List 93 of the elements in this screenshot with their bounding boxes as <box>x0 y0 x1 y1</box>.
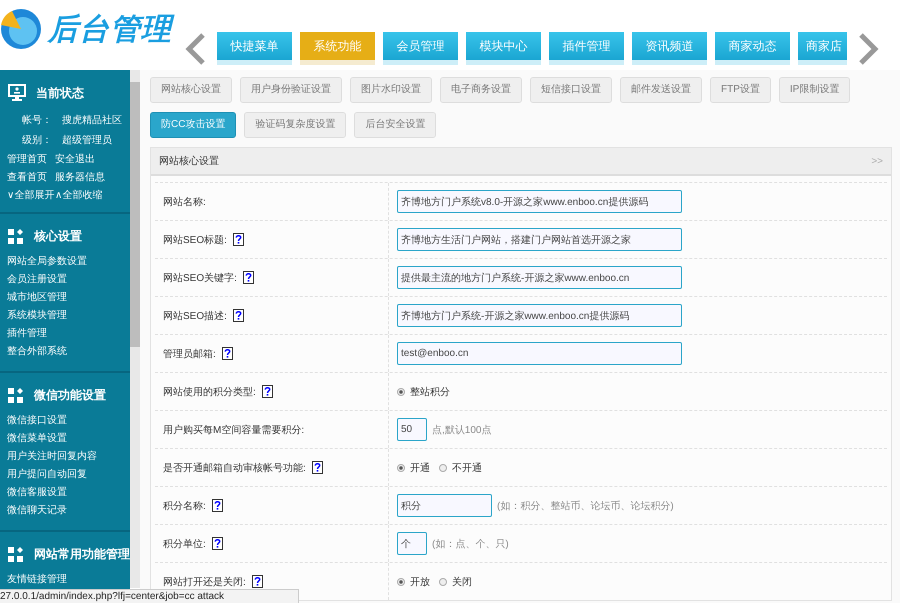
field-label: 用户购买每M空间容量需要积分: <box>163 424 304 436</box>
input-field[interactable]: 个 <box>397 532 427 555</box>
settings-tab[interactable]: 短信接口设置 <box>530 77 612 103</box>
field-label: 管理员邮箱: <box>163 348 216 360</box>
field-label: 网站使用的积分类型: <box>163 386 256 398</box>
help-icon[interactable] <box>212 499 223 512</box>
grid-icon <box>8 388 24 404</box>
help-icon[interactable] <box>232 309 244 322</box>
panel-title: 网站核心设置 <box>159 154 219 168</box>
status-url: 27.0.0.1/admin/index.php?lfj=center&job=cc attack <box>0 589 299 603</box>
expand-all-link[interactable]: ∨全部展开 <box>7 188 55 202</box>
sidebar-link[interactable]: 安全退出 <box>55 152 125 166</box>
input-field[interactable]: test@enboo.cn <box>397 342 682 365</box>
field-label: 网站SEO关键字: <box>163 272 237 284</box>
sidebar-item[interactable]: 微信客服设置 <box>0 484 130 502</box>
monitor-icon <box>8 84 26 102</box>
input-field[interactable]: 积分 <box>397 494 492 517</box>
grid-icon <box>8 228 24 244</box>
sidebar-item[interactable]: 友情链接管理 <box>0 571 130 589</box>
sidebar-item[interactable]: 微信菜单设置 <box>0 430 130 448</box>
input-field[interactable]: 齐博地方门户系统-开源之家www.enboo.cn提供源码 <box>397 304 682 327</box>
field-hint: 点,默认100点 <box>432 424 492 436</box>
radio-button[interactable] <box>397 578 405 586</box>
help-icon[interactable] <box>212 537 223 550</box>
sidebar-item[interactable]: 插件管理 <box>0 325 130 343</box>
sidebar-item[interactable]: 会员注册设置 <box>0 271 130 289</box>
sidebar-item[interactable]: 网站全局参数设置 <box>0 253 130 271</box>
field-label: 积分单位: <box>163 538 206 550</box>
info-value: 搜虎精品社区 <box>62 114 122 127</box>
radio-button[interactable] <box>439 578 447 586</box>
sidebar-item[interactable]: 用户提问自动回复 <box>0 466 130 484</box>
field-label: 网站打开还是关闭: <box>163 576 246 588</box>
field-hint: (如：点、个、只) <box>432 538 509 550</box>
settings-tab[interactable]: 电子商务设置 <box>440 77 522 103</box>
info-value: 超级管理员 <box>62 134 112 147</box>
scrollbar[interactable] <box>130 70 140 588</box>
radio-label: 整站积分 <box>410 386 450 398</box>
settings-tab[interactable]: 网站核心设置 <box>150 77 232 103</box>
sidebar-item[interactable]: 微信接口设置 <box>0 412 130 430</box>
input-field[interactable]: 齐博地方门户系统v8.0-开源之家www.enboo.cn提供源码 <box>397 190 682 213</box>
sidebar-link[interactable]: 查看首页 <box>7 170 55 184</box>
settings-tab[interactable]: FTP设置 <box>710 77 771 103</box>
nav-tab[interactable]: 商家店 <box>798 32 847 65</box>
section-title: 当前状态 <box>36 84 84 102</box>
help-icon[interactable] <box>262 385 273 398</box>
pie-chart-icon <box>0 8 42 50</box>
radio-label: 开放 <box>410 576 430 588</box>
radio-button[interactable] <box>397 464 405 472</box>
info-label: 级别： <box>22 134 52 147</box>
sidebar-item[interactable]: 整合外部系统 <box>0 343 130 361</box>
sidebar-link[interactable]: 管理首页 <box>7 152 55 166</box>
help-icon[interactable] <box>312 461 323 474</box>
sidebar-item[interactable]: 用户关注时回复内容 <box>0 448 130 466</box>
settings-tab[interactable]: IP限制设置 <box>778 77 850 103</box>
settings-tab[interactable]: 图片水印设置 <box>350 77 432 103</box>
settings-tab[interactable]: 验证码复杂度设置 <box>244 112 346 138</box>
nav-tab[interactable]: 商家动态 <box>715 32 790 65</box>
help-icon[interactable] <box>252 575 263 588</box>
radio-button[interactable] <box>397 388 405 396</box>
help-icon[interactable] <box>242 271 254 284</box>
help-icon[interactable] <box>222 347 233 360</box>
logo-title: 后台管理 <box>48 8 172 50</box>
section-title: 核心设置 <box>34 228 82 245</box>
radio-label: 开通 <box>410 462 430 474</box>
input-field[interactable]: 齐博地方生活门户网站，搭建门户网站首选开源之家 <box>397 228 682 251</box>
help-icon[interactable] <box>232 233 244 246</box>
field-label: 积分名称: <box>163 500 206 512</box>
field-label: 网站SEO描述: <box>163 310 227 322</box>
sidebar-link[interactable]: 服务器信息 <box>55 170 125 184</box>
settings-tab[interactable]: 防CC攻击设置 <box>150 112 236 138</box>
settings-tab[interactable]: 后台安全设置 <box>354 112 436 138</box>
field-label: 网站SEO标题: <box>163 234 227 246</box>
chevron-right-icon[interactable] <box>857 32 879 64</box>
sidebar-item[interactable]: 微信聊天记录 <box>0 502 130 520</box>
settings-tab[interactable]: 用户身份验证设置 <box>240 77 342 103</box>
input-field[interactable]: 提供最主流的地方门户系统-开源之家www.enboo.cn <box>397 266 682 289</box>
field-hint: (如：积分、整站币、论坛币、论坛积分) <box>497 500 674 512</box>
input-field[interactable]: 50 <box>397 418 427 441</box>
sidebar-item[interactable]: 系统模块管理 <box>0 307 130 325</box>
radio-label: 不开通 <box>452 462 482 474</box>
field-label: 网站名称: <box>163 196 206 208</box>
collapse-all-link[interactable]: ∧全部收缩 <box>55 188 125 202</box>
chevron-left-icon[interactable] <box>185 32 207 64</box>
settings-tab[interactable]: 邮件发送设置 <box>620 77 702 103</box>
grid-icon <box>8 546 24 562</box>
info-label: 帐号： <box>22 114 52 127</box>
field-label: 是否开通邮箱自动审核帐号功能: <box>163 462 306 474</box>
radio-button[interactable] <box>439 464 447 472</box>
nav-tab[interactable]: 资讯频道 <box>632 32 707 65</box>
section-title: 微信功能设置 <box>34 387 106 404</box>
section-title: 网站常用功能管理 <box>34 546 130 563</box>
radio-label: 关闭 <box>452 576 472 588</box>
sidebar-item[interactable]: 城市地区管理 <box>0 289 130 307</box>
